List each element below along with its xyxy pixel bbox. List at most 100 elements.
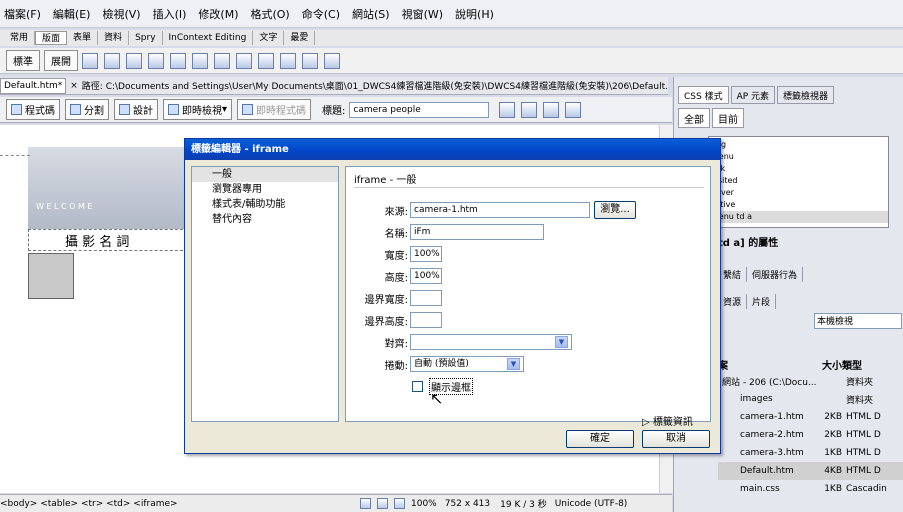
menu-item[interactable]: 說明(H) — [455, 6, 494, 22]
table-row-icon[interactable] — [258, 52, 274, 69]
chevron-down-icon: ▼ — [555, 336, 568, 348]
menu-item[interactable]: 命令(C) — [302, 6, 340, 22]
file-management-icon[interactable] — [499, 101, 516, 118]
browse-button[interactable]: 瀏覽... — [594, 201, 636, 219]
files-view-select[interactable]: 本機檢視 — [814, 313, 902, 329]
spry-accordion-icon[interactable] — [192, 52, 208, 69]
file-row[interactable]: camera-3.htm 1KB HTML D — [718, 444, 903, 462]
width-input[interactable]: 100% — [410, 246, 442, 262]
cancel-button[interactable]: 取消 — [642, 430, 710, 448]
category-item[interactable]: 樣式表/輔助功能 — [192, 197, 338, 212]
code-icon — [11, 104, 22, 115]
expanded-mode-button[interactable]: 展開 — [44, 50, 78, 71]
files-header-cell[interactable]: 大小 — [816, 357, 842, 372]
css-rule[interactable]: link — [709, 163, 888, 175]
category-item[interactable]: 瀏覽器專用 — [192, 182, 338, 197]
menu-item[interactable]: 插入(I) — [153, 6, 187, 22]
close-icon[interactable]: × — [70, 81, 78, 91]
menu-item[interactable]: 視窗(W) — [402, 6, 443, 22]
design-view-button[interactable]: 設計 — [114, 99, 158, 120]
files-header-cell[interactable]: 類型 — [842, 357, 903, 372]
src-input[interactable]: camera-1.htm — [410, 202, 590, 218]
server-tab[interactable]: 繫結 — [718, 267, 748, 282]
table-icon[interactable] — [82, 52, 98, 69]
align-select[interactable]: ▼ — [410, 334, 572, 350]
code-view-button[interactable]: 程式碼 — [6, 99, 60, 120]
table-column-icon[interactable] — [280, 52, 296, 69]
file-row[interactable]: main.css 1KB Cascadin — [718, 480, 903, 498]
insert-tab[interactable]: 資料 — [98, 31, 130, 45]
panel-tab[interactable]: AP 元素 — [730, 86, 776, 104]
css-mode-button[interactable]: 目前 — [712, 108, 744, 128]
panel-tab[interactable]: CSS 樣式 — [678, 86, 729, 104]
insert-tab[interactable]: 文字 — [253, 31, 285, 45]
margin-width-input[interactable] — [410, 290, 442, 306]
css-rule[interactable]: img — [709, 139, 888, 151]
window-size[interactable]: 752 x 413 — [445, 499, 490, 509]
spry-panel-icon[interactable] — [170, 52, 186, 69]
tag-info-toggle[interactable]: ▷ 標籤資訊 — [642, 413, 693, 428]
css-rule[interactable]: visited — [709, 175, 888, 187]
files-tab[interactable]: 資源 — [718, 294, 748, 309]
margin-height-input[interactable] — [410, 312, 442, 328]
menu-item[interactable]: 格式(O) — [250, 6, 289, 22]
menu-item[interactable]: 編輯(E) — [53, 6, 91, 22]
css-rule[interactable]: active — [709, 199, 888, 211]
file-row[interactable]: Default.htm 4KB HTML D — [718, 462, 903, 480]
insert-tab[interactable]: 版面 — [35, 31, 68, 45]
file-row[interactable]: camera-2.htm 2KB HTML D — [718, 426, 903, 444]
file-row[interactable]: camera-1.htm 2KB HTML D — [718, 408, 903, 426]
split-view-button[interactable]: 分割 — [65, 99, 109, 120]
menu-item[interactable]: 修改(M) — [198, 6, 238, 22]
css-mode-button[interactable]: 全部 — [678, 108, 710, 128]
css-rule[interactable]: hover — [709, 187, 888, 199]
hand-tool-icon[interactable] — [377, 498, 388, 509]
border-checkbox[interactable] — [412, 381, 423, 392]
standard-mode-button[interactable]: 標準 — [6, 50, 40, 71]
scroll-select[interactable]: 自動 (預設值) ▼ — [410, 356, 524, 372]
cursor-icon: ↖ — [430, 389, 444, 408]
ap-div-icon[interactable] — [126, 52, 142, 69]
zoom-tool-icon[interactable] — [394, 498, 405, 509]
category-item[interactable]: 一般 — [192, 167, 338, 182]
panel-tab[interactable]: 標籤檢視器 — [777, 86, 835, 104]
view-options-icon[interactable] — [565, 101, 582, 118]
menu-item[interactable]: 網站(S) — [352, 6, 390, 22]
name-input[interactable]: iFm — [410, 224, 544, 240]
layout-icon[interactable] — [302, 52, 318, 69]
insert-tab[interactable]: InContext Editing — [163, 31, 254, 45]
height-input[interactable]: 100% — [410, 268, 442, 284]
zoom-select[interactable]: 100% — [411, 499, 437, 509]
select-tool-icon[interactable] — [360, 498, 371, 509]
file-row[interactable]: 網站 - 206 (C:\Docu... 資料夾 — [718, 372, 903, 390]
live-view-icon — [168, 104, 179, 115]
file-tab[interactable]: Default.htm* — [0, 77, 67, 94]
server-tab[interactable]: 伺服器行為 — [747, 267, 804, 282]
css-rule[interactable]: menu — [709, 151, 888, 163]
title-input[interactable]: camera people — [349, 101, 490, 118]
refresh-icon[interactable] — [543, 101, 560, 118]
tag-selector[interactable]: <body> <table> <tr> <td> <iframe> — [0, 499, 360, 509]
insert-tab[interactable]: 表單 — [67, 31, 99, 45]
spry-menu-icon[interactable] — [148, 52, 164, 69]
insert-tab[interactable]: 最愛 — [284, 31, 316, 45]
section-title: iframe - 一般 — [354, 175, 417, 186]
iframe-icon[interactable] — [214, 52, 230, 69]
files-tab[interactable]: 片段 — [747, 294, 777, 309]
category-item[interactable]: 替代內容 — [192, 212, 338, 227]
ok-button[interactable]: 確定 — [566, 430, 634, 448]
frameset-icon[interactable] — [324, 52, 340, 69]
insert-tab[interactable]: 常用 — [4, 31, 36, 45]
live-code-button[interactable]: 即時程式碼 — [237, 99, 312, 120]
insert-div-icon[interactable] — [104, 52, 120, 69]
file-row[interactable]: images 資料夾 — [718, 390, 903, 408]
menu-item[interactable]: 檢視(V) — [102, 6, 140, 22]
iframe-placeholder[interactable] — [28, 253, 74, 299]
frames-icon[interactable] — [236, 52, 252, 69]
insert-tab[interactable]: Spry — [129, 31, 163, 45]
css-rule[interactable]: menu td a — [709, 211, 888, 223]
live-view-button[interactable]: 即時檢視 ▾ — [163, 99, 233, 120]
files-header-cell[interactable]: 案 — [718, 357, 816, 372]
preview-browser-icon[interactable] — [521, 101, 538, 118]
menu-item[interactable]: 檔案(F) — [4, 6, 41, 22]
